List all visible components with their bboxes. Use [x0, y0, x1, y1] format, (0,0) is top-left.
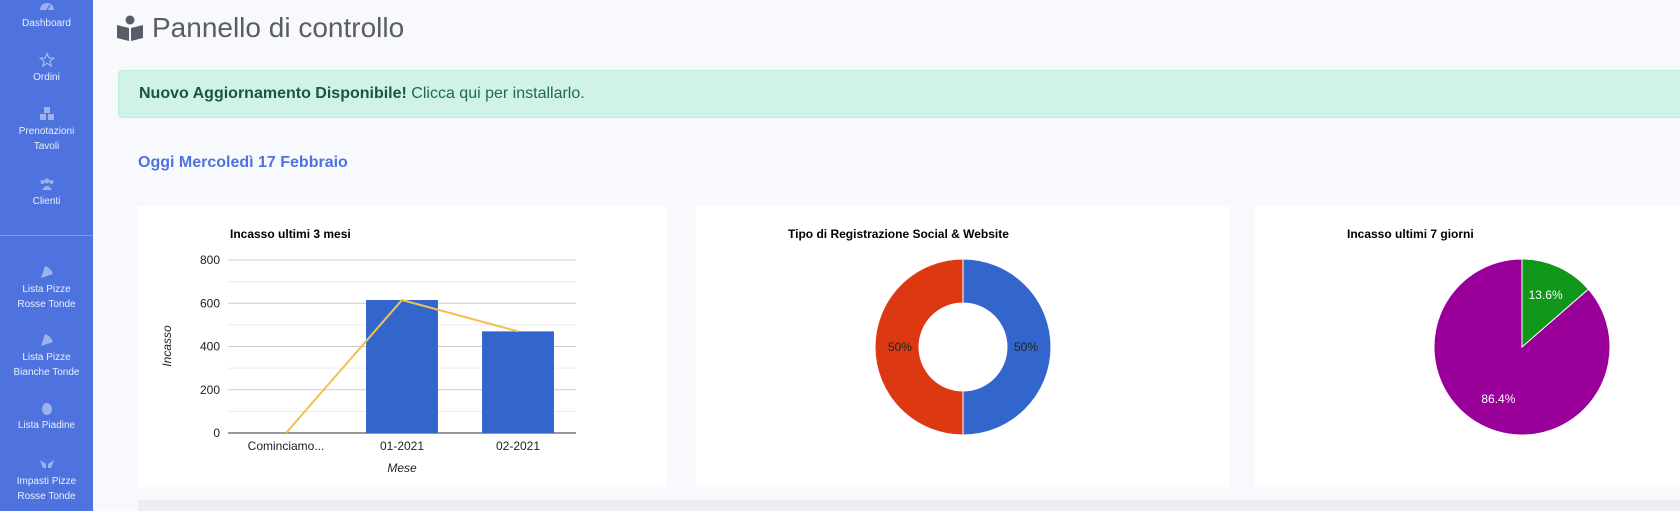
- x-tick-label: 01-2021: [380, 439, 424, 453]
- y-tick-label: 400: [200, 340, 220, 354]
- donut-chart: Tipo di Registrazione Social & Website 50…: [788, 227, 1052, 436]
- sidebar-item-lista-piadine[interactable]: Lista Piadine: [0, 400, 93, 433]
- chart-card-registrazione: Tipo di Registrazione Social & Website 50…: [696, 206, 1229, 487]
- chart-card-incasso-giorni: Incasso ultimi 7 giorni 13.6% 86.4%: [1255, 206, 1680, 487]
- page-title: Pannello di controllo: [152, 12, 405, 43]
- sidebar-item-label: Ordini: [33, 72, 60, 83]
- egg-icon: [39, 400, 55, 416]
- x-tick-label: 02-2021: [496, 439, 540, 453]
- chart-card-incasso-mesi: Incasso ultimi 3 mesi 0 200 400 600 800 Cominc…: [138, 206, 667, 487]
- sidebar-item-ordini[interactable]: Ordini: [0, 52, 93, 85]
- bar: [482, 331, 554, 433]
- y-tick-label: 0: [213, 426, 220, 440]
- x-axis-title: Mese: [387, 461, 417, 475]
- update-alert[interactable]: Nuovo Aggiornamento Disponibile! Clicca …: [118, 70, 1680, 118]
- bar-chart: Incasso ultimi 3 mesi 0 200 400 600 800 Cominc…: [160, 227, 576, 475]
- book-reader-icon: [116, 14, 144, 42]
- sidebar-item-label: Clienti: [32, 196, 61, 207]
- x-tick-label: Cominciamo...: [248, 439, 325, 453]
- bar: [366, 300, 438, 433]
- sidebar-item-impasti-pizze[interactable]: Impasti Pizze Rosse Tonde: [0, 456, 93, 504]
- slice-label: 50%: [888, 340, 912, 354]
- y-axis-title: Incasso: [160, 325, 174, 367]
- cubes-icon: [39, 106, 55, 122]
- sidebar: Dashboard Ordini Prenotazioni Tavoli Cli…: [0, 0, 93, 511]
- sidebar-item-lista-pizze-rosse[interactable]: Lista Pizze Rosse Tonde: [0, 264, 93, 312]
- y-tick-label: 200: [200, 383, 220, 397]
- y-tick-label: 800: [200, 253, 220, 267]
- pie-chart: Incasso ultimi 7 giorni 13.6% 86.4%: [1347, 227, 1611, 436]
- sidebar-item-lista-pizze-bianche[interactable]: Lista Pizze Bianche Tonde: [0, 332, 93, 380]
- sidebar-item-label: Dashboard: [22, 18, 71, 29]
- sidebar-item-label: Prenotazioni Tavoli: [18, 126, 75, 152]
- slice-label: 86.4%: [1481, 392, 1515, 406]
- slice-label: 50%: [1014, 340, 1038, 354]
- alert-text: Clicca qui per installarlo.: [406, 85, 585, 102]
- sidebar-item-prenotazioni-tavoli[interactable]: Prenotazioni Tavoli: [0, 106, 93, 154]
- sidebar-item-label: Impasti Pizze Rosse Tonde: [16, 476, 77, 502]
- sidebar-item-clienti[interactable]: Clienti: [0, 176, 93, 209]
- pizza-slice-icon: [39, 264, 55, 280]
- date-heading: Oggi Mercoledì 17 Febbraio: [138, 154, 348, 171]
- card-row-shadow: [138, 500, 1680, 511]
- chart-title: Incasso ultimi 3 mesi: [230, 227, 351, 241]
- alert-strong-text: Nuovo Aggiornamento Disponibile!: [139, 85, 407, 102]
- star-icon: [38, 52, 55, 68]
- sidebar-item-dashboard[interactable]: Dashboard: [0, 0, 93, 31]
- users-icon: [39, 176, 55, 192]
- pizza-slice-icon: [39, 332, 55, 348]
- page-header: Pannello di controllo: [116, 8, 404, 48]
- tachometer-icon: [39, 0, 55, 14]
- chart-title: Incasso ultimi 7 giorni: [1347, 227, 1474, 241]
- hands-icon: [39, 456, 55, 472]
- sidebar-divider: [0, 235, 93, 236]
- slice-label: 13.6%: [1529, 288, 1563, 302]
- sidebar-item-label: Lista Pizze Rosse Tonde: [17, 284, 76, 310]
- y-tick-label: 600: [200, 296, 220, 310]
- sidebar-item-label: Lista Pizze Bianche Tonde: [13, 352, 80, 378]
- sidebar-item-label: Lista Piadine: [17, 420, 76, 431]
- chart-title: Tipo di Registrazione Social & Website: [788, 227, 1009, 241]
